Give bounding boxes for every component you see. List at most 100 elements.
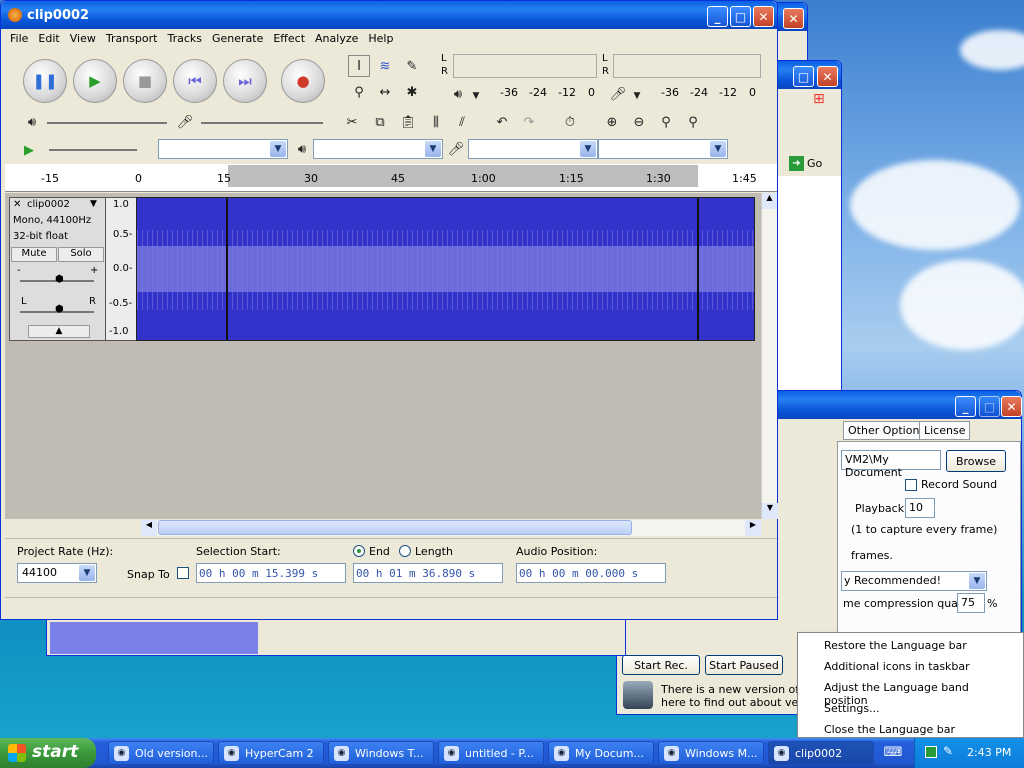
start-paused-button[interactable]: Start Paused (705, 655, 783, 675)
menu-generate[interactable]: Generate (207, 29, 268, 49)
scroll-thumb[interactable] (158, 520, 632, 535)
minimize-button[interactable]: _ (955, 396, 976, 417)
output-volume-slider[interactable] (47, 122, 167, 124)
scroll-up-icon[interactable]: ▲ (762, 193, 777, 209)
sync-lock-icon[interactable]: ⏱ (559, 111, 581, 133)
silence-icon[interactable]: ⫽ (451, 111, 473, 133)
track-name-button[interactable]: clip0002 (27, 199, 70, 210)
pause-button[interactable]: ❚❚ (23, 59, 67, 103)
record-sound-checkbox[interactable] (905, 479, 917, 491)
play-at-speed-icon[interactable]: ▶ (18, 139, 40, 161)
start-rec-button[interactable]: Start Rec. (622, 655, 700, 675)
end-radio[interactable] (353, 545, 365, 557)
undo-icon[interactable]: ↶ (491, 111, 513, 133)
audio-position-field[interactable]: 00 h 00 m 00.000 s (516, 563, 666, 583)
channels-select[interactable]: ▼ (598, 139, 728, 159)
scroll-down-icon[interactable]: ▼ (762, 503, 778, 519)
collapse-track-button[interactable]: ▲ (28, 325, 90, 338)
stop-button[interactable]: ■ (123, 59, 167, 103)
clock[interactable]: 2:43 PM (967, 746, 1011, 759)
compression-field[interactable]: 75 (957, 593, 985, 613)
record-button[interactable]: ● (281, 59, 325, 103)
scroll-left-icon[interactable]: ◀ (141, 520, 157, 536)
tab-other-options[interactable]: Other Options (843, 421, 931, 440)
mute-button[interactable]: Mute (11, 247, 57, 262)
menu-item-additional-icons[interactable]: Additional icons in taskbar (798, 658, 1023, 679)
selection-start-field[interactable]: 00 h 00 m 15.399 s (196, 563, 346, 583)
length-radio[interactable] (399, 545, 411, 557)
menu-view[interactable]: View (65, 29, 101, 49)
maximize-button[interactable]: □ (793, 66, 814, 87)
output-device-select[interactable]: ▼ (313, 139, 443, 159)
copy-icon[interactable]: ⧉ (369, 111, 391, 133)
slider-thumb[interactable]: ⬢ (55, 304, 64, 315)
slider-thumb[interactable]: ⬢ (55, 274, 64, 285)
taskbar-item[interactable]: ◉ Old version... (108, 741, 214, 765)
compression-select[interactable]: y Recommended! ▼ (841, 571, 987, 591)
trim-icon[interactable]: ⫼ (425, 111, 447, 133)
fit-project-icon[interactable]: ⚲ (682, 111, 704, 133)
input-device-select[interactable]: ▼ (468, 139, 598, 159)
input-volume-slider[interactable] (201, 122, 323, 124)
waveform[interactable] (136, 197, 755, 341)
close-button[interactable]: ✕ (783, 8, 804, 29)
taskbar-item[interactable]: ◉ Windows M... (658, 741, 764, 765)
snap-to-checkbox[interactable] (177, 567, 189, 579)
host-select[interactable]: ▼ (158, 139, 288, 159)
selection-end-field[interactable]: 00 h 01 m 36.890 s (353, 563, 503, 583)
timeshift-tool-icon[interactable]: ↔ (374, 81, 396, 103)
zoom-out-icon[interactable]: ⊖ (628, 111, 650, 133)
redo-icon[interactable]: ↷ (518, 111, 540, 133)
skip-end-button[interactable]: ⏭ (223, 59, 267, 103)
playback-field[interactable]: 10 (905, 498, 935, 518)
menu-transport[interactable]: Transport (101, 29, 163, 49)
chevron-down-icon[interactable]: ▼ (465, 85, 487, 107)
skip-start-button[interactable]: ⏮ (173, 59, 217, 103)
multi-tool-icon[interactable]: ✱ (401, 81, 423, 103)
horizontal-scrollbar[interactable]: ◀ ▶ (141, 520, 761, 536)
menu-item-restore[interactable]: Restore the Language bar (798, 637, 1023, 658)
close-button[interactable]: ✕ (817, 66, 838, 87)
path-field[interactable]: VM2\My Document (841, 450, 941, 479)
menu-item-settings[interactable]: Settings... (798, 700, 1023, 721)
speed-slider[interactable] (49, 149, 137, 151)
menu-edit[interactable]: Edit (33, 29, 64, 49)
menu-tracks[interactable]: Tracks (162, 29, 207, 49)
solo-button[interactable]: Solo (58, 247, 104, 262)
maximize-button[interactable]: □ (979, 396, 1000, 417)
taskbar-item[interactable]: ◉ untitled - P... (438, 741, 544, 765)
menu-help[interactable]: Help (363, 29, 398, 49)
taskbar-item[interactable]: ◉ My Docum... (548, 741, 654, 765)
menu-file[interactable]: File (5, 29, 33, 49)
track-close-icon[interactable]: ✕ (13, 199, 21, 210)
vertical-scrollbar[interactable]: ▲ ▼ (761, 193, 778, 519)
envelope-tool-icon[interactable]: ≋ (374, 55, 396, 77)
chevron-down-icon[interactable]: ▼ (626, 85, 648, 107)
selection-tool-icon[interactable]: I (348, 55, 370, 77)
update-text-2[interactable]: here to find out about versio (661, 696, 818, 709)
zoom-tool-icon[interactable]: ⚲ (348, 81, 370, 103)
tab-license[interactable]: License (919, 421, 971, 440)
close-button[interactable]: ✕ (1001, 396, 1022, 417)
scroll-right-icon[interactable]: ▶ (745, 520, 761, 536)
language-bar-icon[interactable]: ⌨ (882, 742, 904, 764)
close-button[interactable]: ✕ (753, 6, 774, 27)
cut-icon[interactable]: ✂ (341, 111, 363, 133)
chevron-down-icon[interactable]: ▼ (90, 199, 97, 209)
zoom-in-icon[interactable]: ⊕ (601, 111, 623, 133)
paste-icon[interactable]: 📋︎ (397, 111, 419, 133)
draw-tool-icon[interactable]: ✎ (401, 55, 423, 77)
fit-selection-icon[interactable]: ⚲ (655, 111, 677, 133)
taskbar-item[interactable]: ◉ Windows T... (328, 741, 434, 765)
start-button[interactable]: start (0, 738, 96, 768)
tray-icon[interactable]: ✎ (943, 744, 953, 758)
menu-effect[interactable]: Effect (268, 29, 310, 49)
project-rate-select[interactable]: 44100 ▼ (17, 563, 97, 583)
menu-analyze[interactable]: Analyze (310, 29, 363, 49)
taskbar-item-active[interactable]: ◉ clip0002 (768, 741, 874, 765)
browse-button[interactable]: Browse (946, 450, 1006, 472)
taskbar-item[interactable]: ◉ HyperCam 2 (218, 741, 324, 765)
play-button[interactable]: ▶ (73, 59, 117, 103)
minimize-button[interactable]: _ (707, 6, 728, 27)
menu-item-adjust-position[interactable]: Adjust the Language band position (798, 679, 1023, 707)
